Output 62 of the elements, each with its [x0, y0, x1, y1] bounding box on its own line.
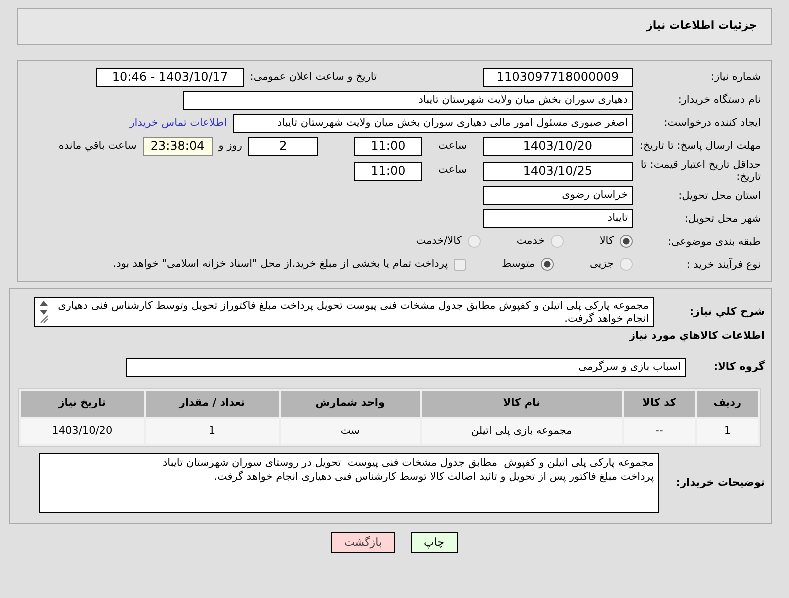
radio-button[interactable] [620, 258, 633, 272]
field-value: اسباب بازی و سرگرمی [126, 358, 686, 377]
checkbox[interactable] [454, 258, 466, 271]
option-label: کالا/خدمت [416, 234, 462, 249]
notes-text: مجموعه پارکی پلی اتیلن و کفپوش مطابق جدول مشخات فنی پیوست تحویل در روستای سوران شهرستان تایباد پرداخت مبلغ فاکتور پس از تحویل و تائید اصالت کالا توسط کارشناس فنی دهیاری انجام خواهد گرفت. [162, 456, 654, 486]
table-cell: -- [624, 418, 696, 444]
back-button[interactable]: بازگشت [331, 532, 396, 554]
field-label: گروه کالا: [712, 361, 765, 374]
table-cell: 1403/10/20 [21, 418, 144, 444]
option-label: کالا [600, 234, 614, 249]
countdown-field: 23:38:04 [142, 137, 213, 156]
option-label: جزیی [590, 256, 614, 272]
radio-button[interactable] [541, 258, 554, 272]
field-value: 11:00 [354, 137, 422, 156]
column-header: ردیف [697, 390, 758, 417]
field-label: نام دستگاه خریدار: [677, 94, 761, 107]
description-text: مجموعه پارکی پلی اتیلن و کفپوش مطابق جدول مشخات فنی پیوست تحویل پرداخت مبلغ فاکتوراز تحویل وتوسط کارشناس فنی دهیاری انجام خواهد گرفت. [57, 300, 649, 324]
column-header: واحد شمارش [280, 390, 420, 417]
column-header: نام کالا [422, 390, 622, 417]
scroll-arrows-icon[interactable] [39, 300, 49, 324]
table-cell: 1 [697, 418, 758, 444]
radio-button[interactable] [550, 235, 564, 248]
page-title: جزئیات اطلاعات نیاز [646, 18, 757, 34]
field-value: 2 [248, 137, 318, 156]
field-label: نوع فرآیند خرید : [686, 258, 761, 271]
contact-link[interactable]: اطلاعات تماس خریدار [130, 116, 227, 132]
print-button[interactable]: چاپ [411, 532, 458, 554]
option-label: خدمت [516, 234, 545, 249]
field-value: خراسان رضوی [483, 186, 633, 206]
field-label: ایجاد کننده درخواست: [663, 117, 761, 130]
checkbox-label: پرداخت تمام یا بخشی از مبلغ خرید.از محل "اسناد خزانه اسلامی" خواهد بود. [113, 256, 448, 272]
field-label: روز و [218, 138, 242, 154]
column-header: کد کالا [624, 390, 696, 417]
field-label: مهلت ارسال پاسخ: تا تاریخ: [639, 140, 761, 153]
field-label: ساعت باقي مانده [58, 138, 137, 154]
field-label: طبقه بندی موضوعی: [667, 236, 761, 248]
field-value: 1403/10/25 [483, 162, 633, 181]
radio-button[interactable] [620, 235, 633, 248]
field-label: تاریخ و ساعت اعلان عمومی: [250, 70, 377, 85]
field-value: 1403/10/17 - 10:46 [96, 68, 244, 87]
column-header: تعداد / مقدار [146, 390, 279, 417]
field-value: 1103097718000009 [483, 68, 633, 87]
radio-button[interactable] [468, 235, 481, 248]
field-value: اصغر صبوری مسئول امور مالی دهیاری سوران بخش میان ولایت شهرستان تایباد [233, 114, 633, 133]
field-label: شهر محل تحویل: [684, 212, 761, 225]
field-label: ساعت [438, 163, 467, 178]
field-label: شماره نیاز: [710, 71, 761, 84]
field-value: 1403/10/20 [483, 137, 633, 156]
column-header: تاریخ نیاز [21, 390, 144, 417]
field-value: 11:00 [354, 162, 422, 181]
field-label: حداقل تاریخ اعتبار قیمت: تا تاریخ: [640, 159, 761, 184]
field-label: توضیحات خریدار: [675, 477, 765, 490]
section-title: اطلاعات کالاهاي مورد نياز [628, 329, 765, 344]
table-cell: 1 [146, 418, 279, 444]
field-label: شرح کلي نياز: [688, 306, 765, 318]
table-cell: ست [280, 418, 420, 444]
option-label: متوسط [502, 256, 536, 272]
field-label: استان محل تحویل: [678, 190, 761, 202]
field-value: تایباد [483, 209, 633, 228]
field-value: دهیاری سوران بخش میان ولایت شهرستان تایباد [183, 91, 633, 110]
table-cell: مجموعه بازی پلی اتیلن [422, 418, 622, 444]
field-label: ساعت [438, 138, 467, 154]
